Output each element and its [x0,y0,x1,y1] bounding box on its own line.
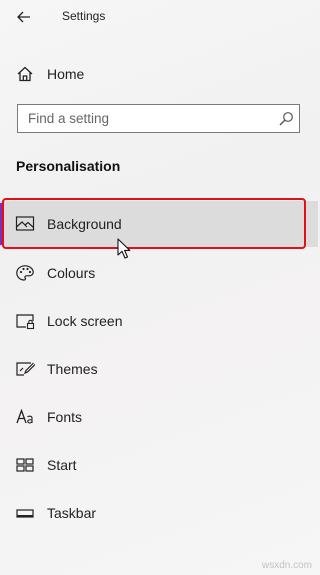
sidebar-item-background[interactable]: Background [0,201,318,247]
themes-icon [16,362,35,376]
home-label: Home [47,66,85,82]
start-icon [16,458,34,472]
watermark: wsxdn.com [261,560,312,571]
home-nav-item[interactable]: Home [0,56,318,92]
search-placeholder: Find a setting [28,111,110,126]
search-icon[interactable] [278,111,294,127]
section-title: Personalisation [16,158,121,174]
sidebar-item-label: Colours [47,265,96,281]
sidebar-item-lock-screen[interactable]: Lock screen [0,298,318,344]
sidebar-item-label: Fonts [47,409,83,425]
sidebar-item-taskbar[interactable]: Taskbar [0,490,318,536]
sidebar-item-label: Themes [47,361,98,377]
sidebar-item-label: Taskbar [47,505,97,521]
back-arrow-icon [17,11,30,23]
search-input[interactable]: Find a setting [17,104,300,133]
sidebar-item-themes[interactable]: Themes [0,346,318,392]
palette-icon [16,265,34,281]
sidebar-item-fonts[interactable]: Fonts [0,394,318,440]
fonts-icon [16,408,33,424]
sidebar-item-colours[interactable]: Colours [0,250,318,296]
selection-accent-bar [0,203,3,245]
title-bar: Settings [0,0,318,34]
lock-screen-icon [16,314,35,330]
taskbar-icon [16,509,34,518]
sidebar-item-start[interactable]: Start [0,442,318,488]
sidebar-item-label: Background [47,216,122,232]
sidebar-item-label: Lock screen [47,313,123,329]
home-icon [17,66,33,82]
back-button[interactable] [10,6,38,28]
window-title: Settings [62,9,106,23]
sidebar-item-label: Start [47,457,77,473]
picture-icon [15,216,35,231]
